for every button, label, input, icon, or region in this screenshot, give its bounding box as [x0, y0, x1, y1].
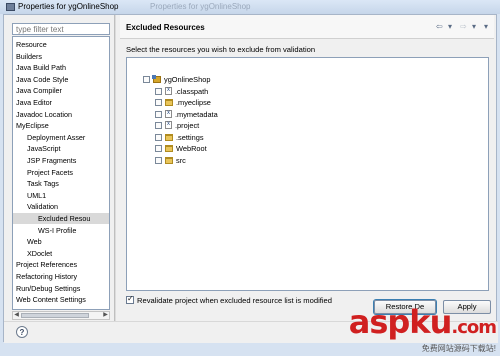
checkbox-unchecked-icon[interactable] [155, 133, 162, 141]
nav-item[interactable]: Javadoc Location [13, 109, 109, 120]
back-menu-icon[interactable]: ▾ [448, 22, 452, 32]
back-icon[interactable]: ⇦ [436, 22, 443, 32]
forward-icon[interactable]: ⇨ [460, 22, 467, 32]
nav-item[interactable]: Project References [13, 259, 109, 270]
checkbox-unchecked-icon[interactable] [155, 145, 162, 152]
view-menu-icon[interactable]: ▾ [484, 22, 488, 32]
page-title: Excluded Resources [126, 23, 205, 32]
checkbox-unchecked-icon[interactable] [155, 122, 162, 129]
tree-node-label: .settings [176, 132, 204, 142]
tree-node-label: ygOnlineShop [164, 75, 211, 84]
tree-node[interactable]: .myeclipse [155, 97, 211, 108]
watermark-brand: aspku.com [348, 303, 497, 341]
tree-node-label: .mymetadata [175, 109, 218, 119]
watermark-subtitle: 免费网站源码下载站! [421, 344, 496, 353]
nav-item[interactable]: Java Build Path [13, 62, 109, 73]
tree-node-label: .myeclipse [176, 98, 211, 107]
folder-icon [165, 156, 173, 164]
panel-header: Excluded Resources ⇦ ▾ ⇨ ▾ ▾ [120, 15, 494, 39]
dialog-body: ResourceBuildersJava Build PathJava Code… [3, 14, 498, 343]
nav-item[interactable]: Web [13, 236, 109, 247]
nav-item[interactable]: Web Content Settings [13, 294, 109, 305]
scroll-left-icon[interactable]: ◀ [13, 312, 20, 319]
tree-node-label: WebRoot [176, 144, 207, 153]
nav-item[interactable]: Java Compiler [13, 85, 109, 96]
tree-node[interactable]: WebRoot [155, 143, 207, 154]
checkbox-unchecked-icon[interactable] [155, 87, 162, 95]
nav-item[interactable]: Excluded Resou [13, 213, 109, 224]
revalidate-label: Revalidate project when excluded resourc… [137, 296, 333, 305]
nav-horizontal-scrollbar[interactable]: ◀ ▶ [12, 311, 110, 320]
scroll-right-icon[interactable]: ▶ [102, 312, 109, 319]
nav-item[interactable]: Java Editor [13, 97, 109, 108]
filter-input[interactable] [13, 24, 109, 34]
tree-node[interactable]: ygOnlineShop [143, 74, 210, 85]
scrollbar-thumb[interactable] [21, 313, 89, 318]
tree-node[interactable]: .mymetadata [155, 108, 218, 120]
nav-item[interactable]: XDoclet [13, 248, 109, 259]
help-icon[interactable]: ? [16, 326, 28, 338]
nav-item[interactable]: MyEclipse [13, 120, 109, 131]
nav-item[interactable]: JSP Fragments [13, 155, 109, 166]
watermark: aspku.com 免费网站源码下载站! [348, 303, 497, 354]
nav-item[interactable]: Run/Debug Settings [13, 283, 109, 294]
checkbox-unchecked-icon[interactable] [155, 110, 162, 118]
nav-item[interactable]: Java Code Style [13, 74, 109, 85]
checkbox-checked-icon[interactable] [126, 294, 134, 304]
pane-splitter[interactable] [114, 15, 116, 321]
project-icon [152, 75, 161, 83]
file-icon [165, 85, 172, 96]
tree-node-label: src [176, 155, 186, 165]
folder-icon [165, 145, 173, 152]
nav-item[interactable]: Refactoring History [13, 271, 109, 282]
tree-node-label: .classpath [175, 86, 209, 96]
folder-icon [165, 99, 173, 106]
file-icon [165, 119, 172, 130]
tree-node[interactable]: .project [155, 119, 200, 131]
property-page-tree[interactable]: Resource Builders Java Build Path Java Code… [12, 36, 110, 310]
checkbox-unchecked-icon[interactable] [143, 76, 150, 83]
background-window-title: Properties for ygOnlineShop [150, 2, 251, 11]
tree-node[interactable]: .classpath [155, 85, 209, 97]
filter-field[interactable] [12, 23, 110, 35]
folder-icon [165, 133, 173, 141]
nav-item[interactable]: Validation [13, 201, 109, 212]
forward-menu-icon[interactable]: ▾ [472, 22, 476, 32]
resource-tree[interactable]: ygOnlineShop .classpath .myeclipse .mymetad… [126, 57, 489, 291]
nav-item[interactable]: Deployment Asser [13, 132, 109, 143]
nav-item[interactable]: Builders [13, 51, 109, 62]
tree-node[interactable]: src [155, 155, 186, 166]
nav-item[interactable]: UML1 [13, 190, 109, 201]
tree-node-label: .project [175, 121, 200, 130]
title-bar: Properties for ygOnlineShop Properties f… [0, 0, 500, 14]
checkbox-unchecked-icon[interactable] [155, 99, 162, 106]
instruction-text: Select the resources you wish to exclude… [126, 45, 316, 54]
nav-item[interactable]: Task Tags [13, 178, 109, 189]
checkbox-unchecked-icon[interactable] [155, 156, 162, 164]
nav-item[interactable]: JavaScript [13, 143, 109, 154]
nav-item[interactable]: WS-I Profile [13, 225, 109, 236]
file-icon [165, 108, 172, 119]
window-title: Properties for ygOnlineShop [18, 2, 119, 11]
revalidate-checkbox[interactable]: Revalidate project when excluded resourc… [126, 294, 333, 305]
nav-item[interactable]: Resource [13, 39, 109, 50]
tree-node[interactable]: .settings [155, 132, 204, 143]
app-icon [6, 3, 15, 11]
properties-window: Properties for ygOnlineShop Properties f… [0, 0, 500, 356]
nav-item[interactable]: Project Facets [13, 167, 109, 178]
